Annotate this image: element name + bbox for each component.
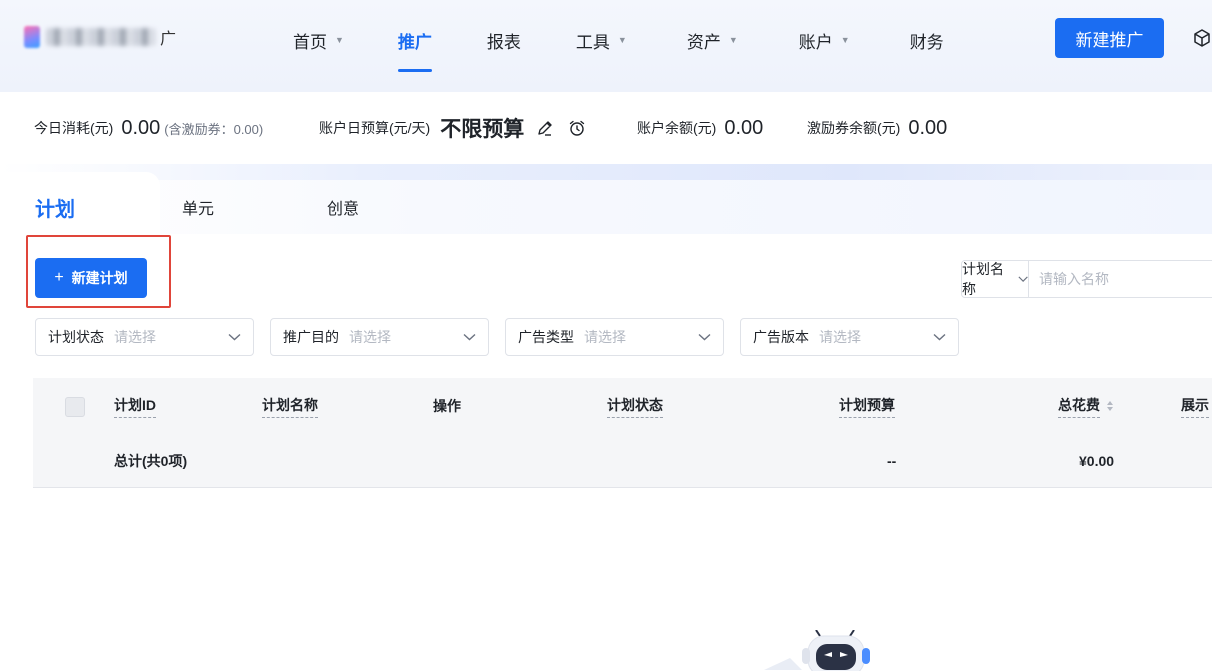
nav-label: 账户 (798, 32, 833, 52)
plus-icon: + (54, 269, 64, 286)
new-plan-button[interactable]: + 新建计划 (35, 258, 147, 298)
column-header-total-spend[interactable]: 总花费 (1058, 378, 1114, 434)
logo-mark-icon (24, 26, 40, 48)
filter-placeholder: 请选择 (349, 329, 391, 345)
stat-value: 不限预算 (440, 118, 525, 141)
nav-label: 报表 (486, 32, 521, 52)
filter-label: 广告版本 (753, 329, 809, 345)
stat-voucher-balance: 激励券余额(元) 0.00 (807, 92, 947, 164)
main-nav: 首页 ▼ 推广 报表 工具 ▼ 资产 ▼ 账户 ▼ 财务 (270, 0, 944, 80)
cube-icon[interactable] (1192, 28, 1212, 48)
column-header-actions: 操作 (433, 398, 461, 414)
filter-label: 推广目的 (283, 329, 339, 345)
active-tab-background (0, 172, 160, 234)
stat-value: 0.00 (908, 116, 948, 139)
nav-label: 推广 (397, 32, 432, 52)
stat-daily-budget: 账户日预算(元/天) 不限预算 (319, 92, 586, 164)
tab-unit[interactable]: 单元 (182, 180, 214, 234)
filter-ad-version[interactable]: 广告版本 请选择 (740, 318, 959, 356)
nav-label: 财务 (909, 32, 944, 52)
search-field-label: 计划名称 (962, 261, 1004, 297)
account-stats-bar: 今日消耗(元) 0.00 (含激励券：0.00) 账户日预算(元/天) 不限预算… (8, 92, 1212, 164)
stat-label: 激励券余额(元) (807, 120, 901, 136)
filter-label: 计划状态 (48, 329, 104, 345)
stat-balance: 账户余额(元) 0.00 (637, 92, 763, 164)
column-header-plan-status[interactable]: 计划状态 (607, 378, 663, 434)
caret-down-icon: ▼ (840, 35, 850, 45)
chevron-down-icon (698, 333, 711, 341)
new-plan-label: 新建计划 (71, 270, 128, 286)
search-input[interactable] (1029, 261, 1212, 297)
empty-state-robot-illustration (764, 630, 870, 671)
tab-plan[interactable]: 计划 (35, 180, 75, 234)
filter-placeholder: 请选择 (819, 329, 861, 345)
logo-blurred-text (46, 28, 156, 46)
nav-item-reports[interactable]: 报表 (487, 0, 521, 80)
table-header: 计划ID 计划名称 操作 计划状态 计划预算 总花费 展示 (33, 378, 1212, 434)
search-field-select[interactable]: 计划名称 (962, 261, 1029, 297)
stat-today-spend: 今日消耗(元) 0.00 (含激励券：0.00) (34, 92, 263, 164)
total-budget: -- (887, 453, 897, 469)
sort-icon[interactable] (1106, 400, 1114, 412)
column-header-impressions[interactable]: 展示 (1181, 378, 1209, 434)
column-header-plan-id[interactable]: 计划ID (114, 378, 156, 434)
plan-search: 计划名称 (961, 260, 1212, 298)
tab-creative[interactable]: 创意 (327, 180, 359, 234)
column-header-plan-name[interactable]: 计划名称 (262, 378, 318, 434)
table-total-row: 总计(共0项) -- ¥0.00 (33, 434, 1212, 488)
nav-item-assets[interactable]: 资产 ▼ (687, 0, 738, 80)
chevron-down-icon (463, 333, 476, 341)
nav-item-tools[interactable]: 工具 ▼ (576, 0, 627, 80)
column-header-plan-budget[interactable]: 计划预算 (839, 378, 895, 434)
total-label: 总计(共0项) (114, 453, 188, 469)
filter-label: 广告类型 (518, 329, 574, 345)
total-spend: ¥0.00 (1079, 453, 1115, 469)
edit-pencil-icon[interactable] (536, 119, 554, 137)
brand-logo[interactable]: 广 (24, 22, 184, 52)
logo-text: 广 (160, 31, 177, 48)
nav-item-finance[interactable]: 财务 (910, 0, 944, 80)
alarm-clock-icon[interactable] (568, 119, 586, 137)
nav-label: 工具 (575, 32, 610, 52)
nav-label: 首页 (293, 32, 327, 52)
select-all-checkbox[interactable] (65, 397, 85, 417)
nav-item-home[interactable]: 首页 ▼ (293, 0, 344, 80)
stat-label: 今日消耗(元) (34, 120, 114, 136)
chevron-down-icon (1018, 276, 1028, 282)
chevron-down-icon (933, 333, 946, 341)
top-navigation-bar: 广 首页 ▼ 推广 报表 工具 ▼ 资产 ▼ 账户 ▼ 财务 新建推广 (0, 0, 1212, 92)
filter-promotion-goal[interactable]: 推广目的 请选择 (270, 318, 489, 356)
filter-plan-status[interactable]: 计划状态 请选择 (35, 318, 254, 356)
stat-label: 账户余额(元) (637, 120, 717, 136)
nav-item-account[interactable]: 账户 ▼ (799, 0, 850, 80)
filter-placeholder: 请选择 (114, 329, 156, 345)
stat-value: 0.00 (724, 116, 764, 139)
stat-label: 账户日预算(元/天) (319, 120, 431, 136)
filter-placeholder: 请选择 (584, 329, 626, 345)
stat-note: (含激励券：0.00) (164, 121, 264, 137)
caret-down-icon: ▼ (728, 35, 738, 45)
caret-down-icon: ▼ (335, 35, 344, 45)
stat-value: 0.00 (121, 116, 161, 139)
new-promotion-button[interactable]: 新建推广 (1055, 18, 1164, 58)
caret-down-icon: ▼ (617, 35, 627, 45)
chevron-down-icon (228, 333, 241, 341)
nav-item-promotion[interactable]: 推广 (398, 0, 432, 80)
nav-label: 资产 (686, 32, 721, 52)
filter-ad-type[interactable]: 广告类型 请选择 (505, 318, 724, 356)
